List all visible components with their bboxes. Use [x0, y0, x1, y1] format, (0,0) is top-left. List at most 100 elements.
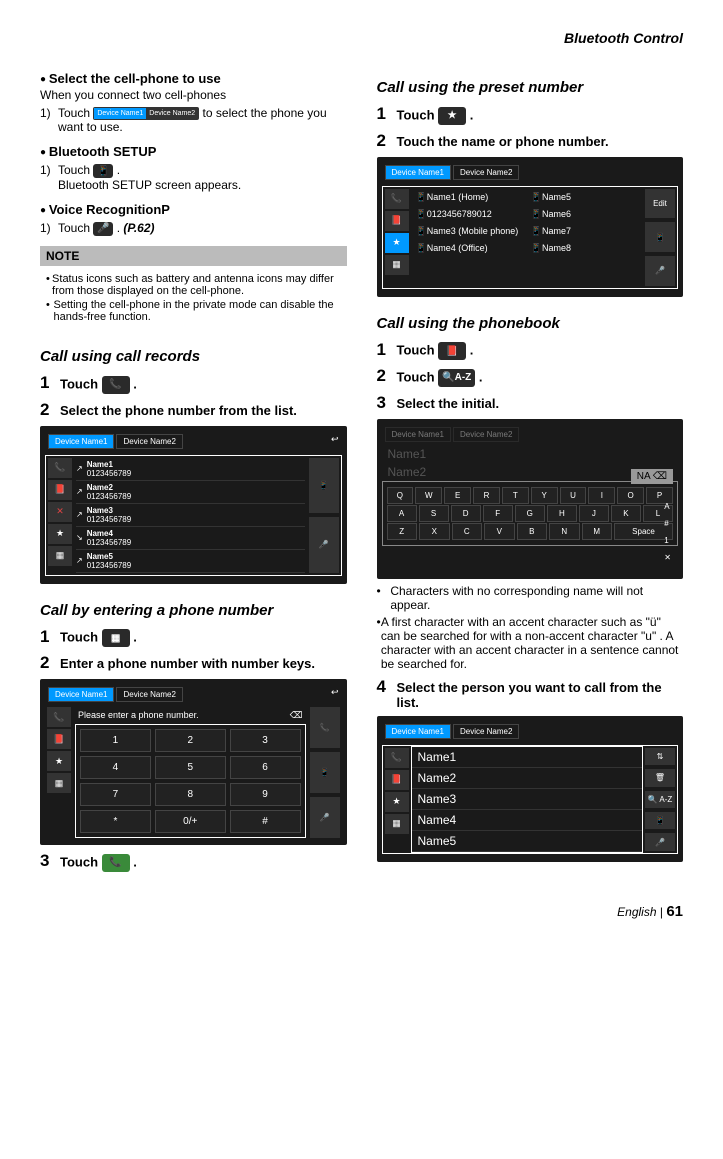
- step-3: 3: [40, 851, 60, 871]
- key-x[interactable]: X: [419, 523, 450, 540]
- mode-1[interactable]: 1: [658, 533, 677, 548]
- key-d[interactable]: D: [451, 505, 481, 522]
- transfer-icon[interactable]: ⇅: [645, 748, 675, 765]
- side-star-icon[interactable]: ★: [385, 792, 409, 812]
- list-item[interactable]: Name3: [412, 789, 643, 810]
- key-star[interactable]: *: [80, 810, 151, 833]
- key-8[interactable]: 8: [155, 783, 226, 806]
- key-g[interactable]: G: [515, 505, 545, 522]
- side-star-icon[interactable]: ★: [385, 233, 409, 253]
- backspace-icon[interactable]: ⌫: [290, 710, 303, 721]
- side-star-icon[interactable]: ★: [47, 751, 71, 771]
- key-u[interactable]: U: [560, 487, 587, 504]
- side-book-icon[interactable]: 📕: [48, 480, 72, 500]
- call-button[interactable]: 📞: [310, 707, 340, 748]
- step-1: 1: [40, 373, 60, 393]
- key-6[interactable]: 6: [230, 756, 301, 779]
- tab-device1[interactable]: Device Name1: [48, 687, 114, 702]
- pb-step4: Select the person you want to call from …: [397, 680, 684, 710]
- star-icon: ★: [438, 107, 466, 125]
- side-btn[interactable]: 🎤: [645, 833, 675, 850]
- key-o[interactable]: O: [617, 487, 644, 504]
- key-hash[interactable]: #: [230, 810, 301, 833]
- pb-step2a: Touch: [397, 369, 439, 384]
- delete-icon[interactable]: 🗑: [645, 769, 675, 786]
- back-icon[interactable]: ↩: [331, 687, 339, 702]
- list-item[interactable]: Name4: [412, 810, 643, 831]
- key-y[interactable]: Y: [531, 487, 558, 504]
- preset-heading: Call using the preset number: [377, 79, 684, 96]
- mode-a[interactable]: A: [658, 499, 677, 514]
- key-0[interactable]: 0/+: [155, 810, 226, 833]
- key-m[interactable]: M: [582, 523, 613, 540]
- person-list-screenshot: Device Name1 Device Name2 📞 📕 ★ ▦ Name1 …: [377, 716, 684, 862]
- side-keypad-icon[interactable]: ▦: [385, 814, 409, 834]
- key-r[interactable]: R: [473, 487, 500, 504]
- side-call-icon[interactable]: 📞: [385, 189, 409, 209]
- key-a[interactable]: A: [387, 505, 417, 522]
- key-2[interactable]: 2: [155, 729, 226, 752]
- side-star-icon[interactable]: ★: [48, 524, 72, 544]
- faded-name1: Name1: [382, 445, 679, 463]
- tab-device2[interactable]: Device Name2: [453, 724, 519, 739]
- key-s[interactable]: S: [419, 505, 449, 522]
- side-book-icon[interactable]: 📕: [47, 729, 71, 749]
- key-4[interactable]: 4: [80, 756, 151, 779]
- mode-hash[interactable]: #: [658, 516, 677, 531]
- side-book-icon[interactable]: 📕: [385, 770, 409, 790]
- key-w[interactable]: W: [415, 487, 442, 504]
- list-item[interactable]: Name1: [412, 747, 643, 768]
- tab-device1[interactable]: Device Name1: [385, 724, 451, 739]
- keypad-icon: ▦: [102, 629, 130, 647]
- side-call-icon[interactable]: 📞: [385, 748, 409, 768]
- phone-setup-icon: 📱: [93, 164, 113, 178]
- key-n[interactable]: N: [549, 523, 580, 540]
- tab-device1[interactable]: Device Name1: [48, 434, 114, 449]
- key-7[interactable]: 7: [80, 783, 151, 806]
- key-v[interactable]: V: [484, 523, 515, 540]
- side-btn[interactable]: 🎤: [309, 517, 339, 573]
- key-1[interactable]: 1: [80, 729, 151, 752]
- key-f[interactable]: F: [483, 505, 513, 522]
- key-9[interactable]: 9: [230, 783, 301, 806]
- tab-device2[interactable]: Device Name2: [116, 687, 182, 702]
- key-j[interactable]: J: [579, 505, 609, 522]
- side-x-icon[interactable]: ✕: [48, 502, 72, 522]
- key-q[interactable]: Q: [387, 487, 414, 504]
- key-5[interactable]: 5: [155, 756, 226, 779]
- key-i[interactable]: I: [588, 487, 615, 504]
- right-column: Call using the preset number 1 Touch ★ .…: [377, 61, 684, 878]
- side-btn[interactable]: 📱: [310, 752, 340, 793]
- key-k[interactable]: K: [611, 505, 641, 522]
- tab-device1: Device Name1: [385, 427, 451, 442]
- key-h[interactable]: H: [547, 505, 577, 522]
- side-btn[interactable]: 📱: [309, 458, 339, 514]
- tab-device1[interactable]: Device Name1: [385, 165, 451, 180]
- list-item[interactable]: Name2: [412, 768, 643, 789]
- tab-device2[interactable]: Device Name2: [116, 434, 182, 449]
- side-keypad-icon[interactable]: ▦: [385, 255, 409, 275]
- side-keypad-icon[interactable]: ▦: [47, 773, 71, 793]
- step-number: 1): [40, 106, 58, 134]
- key-t[interactable]: T: [502, 487, 529, 504]
- side-book-icon[interactable]: 📕: [385, 211, 409, 231]
- side-btn[interactable]: 📱: [645, 812, 675, 829]
- side-keypad-icon[interactable]: ▦: [48, 546, 72, 566]
- side-btn[interactable]: 🎤: [645, 256, 675, 286]
- side-call-icon[interactable]: 📞: [48, 458, 72, 478]
- key-c[interactable]: C: [452, 523, 483, 540]
- tab-device2[interactable]: Device Name2: [453, 165, 519, 180]
- key-3[interactable]: 3: [230, 729, 301, 752]
- side-call-icon[interactable]: 📞: [47, 707, 71, 727]
- list-item[interactable]: Name5: [412, 831, 643, 852]
- key-b[interactable]: B: [517, 523, 548, 540]
- edit-button[interactable]: Edit: [645, 189, 675, 219]
- az-icon[interactable]: 🔍 A-Z: [645, 791, 675, 808]
- key-z[interactable]: Z: [387, 523, 418, 540]
- close-icon[interactable]: ✕: [658, 550, 677, 565]
- key-e[interactable]: E: [444, 487, 471, 504]
- step-2: 2: [40, 400, 60, 420]
- side-btn[interactable]: 🎤: [310, 797, 340, 838]
- side-btn[interactable]: 📱: [645, 222, 675, 252]
- back-icon[interactable]: ↩: [331, 434, 339, 449]
